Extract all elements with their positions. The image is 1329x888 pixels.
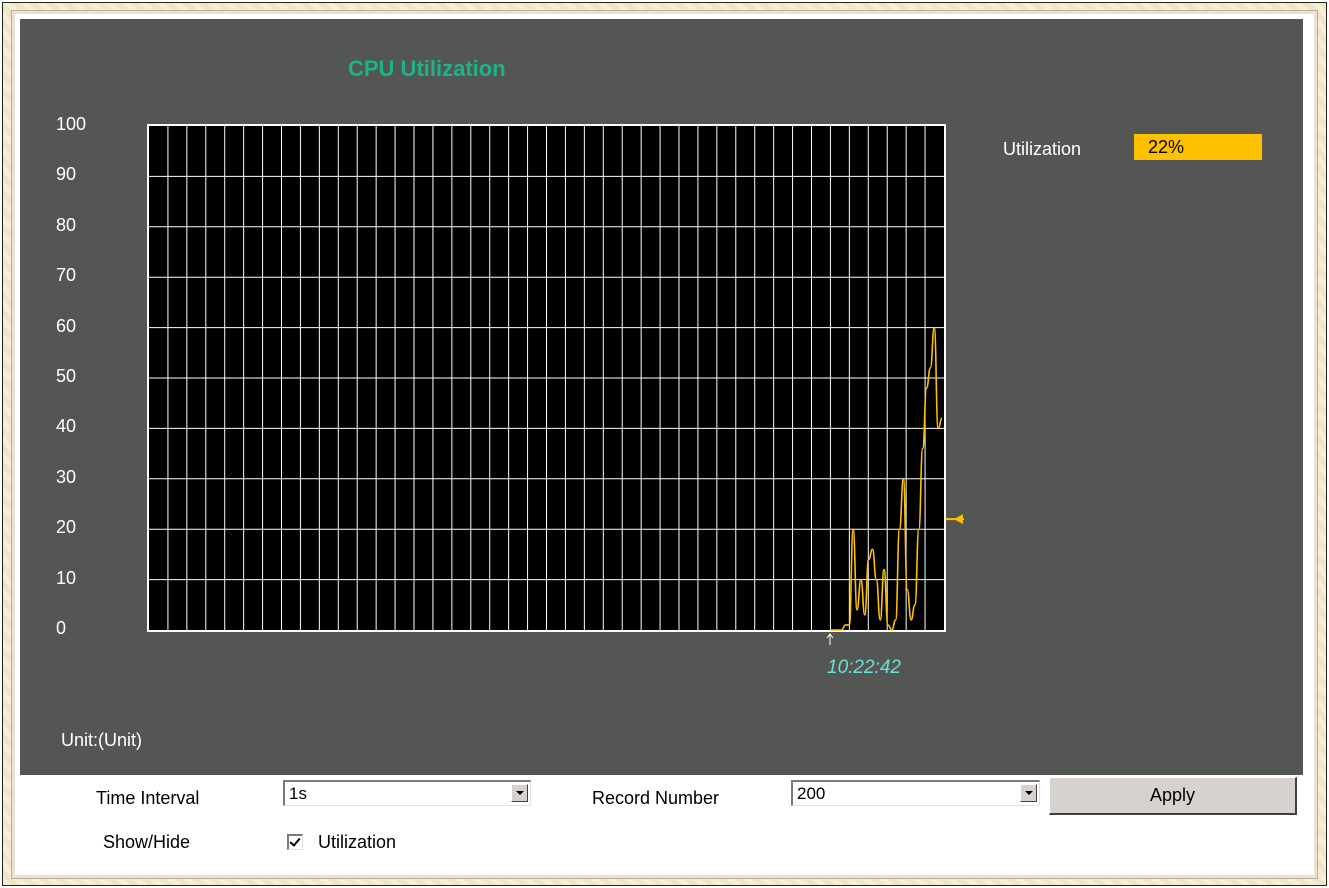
- apply-button[interactable]: Apply: [1049, 777, 1297, 815]
- time-interval-value: 1s: [289, 784, 307, 803]
- utilization-value-badge: 22%: [1134, 134, 1262, 160]
- time-interval-select[interactable]: 1s: [283, 780, 531, 806]
- record-number-value: 200: [797, 784, 826, 803]
- time-interval-label: Time Interval: [96, 788, 200, 808]
- record-number-label: Record Number: [592, 788, 720, 808]
- time-marker-label: 10:22:42: [827, 657, 901, 678]
- show-hide-label: Show/Hide: [103, 832, 191, 852]
- chevron-down-icon[interactable]: [511, 784, 528, 802]
- show-utilization-label: Utilization: [318, 832, 397, 852]
- time-marker-arrow: [826, 633, 834, 645]
- cpu-utilization-chart: [147, 124, 964, 645]
- record-number-select[interactable]: 200: [791, 780, 1040, 806]
- current-value-pointer: [954, 514, 963, 525]
- current-value-marker: [946, 514, 964, 525]
- unit-label: Unit:(Unit): [61, 730, 143, 750]
- utilization-checkbox[interactable]: [287, 834, 303, 850]
- chevron-down-icon[interactable]: [1020, 784, 1037, 802]
- utilization-label: Utilization: [1003, 139, 1082, 159]
